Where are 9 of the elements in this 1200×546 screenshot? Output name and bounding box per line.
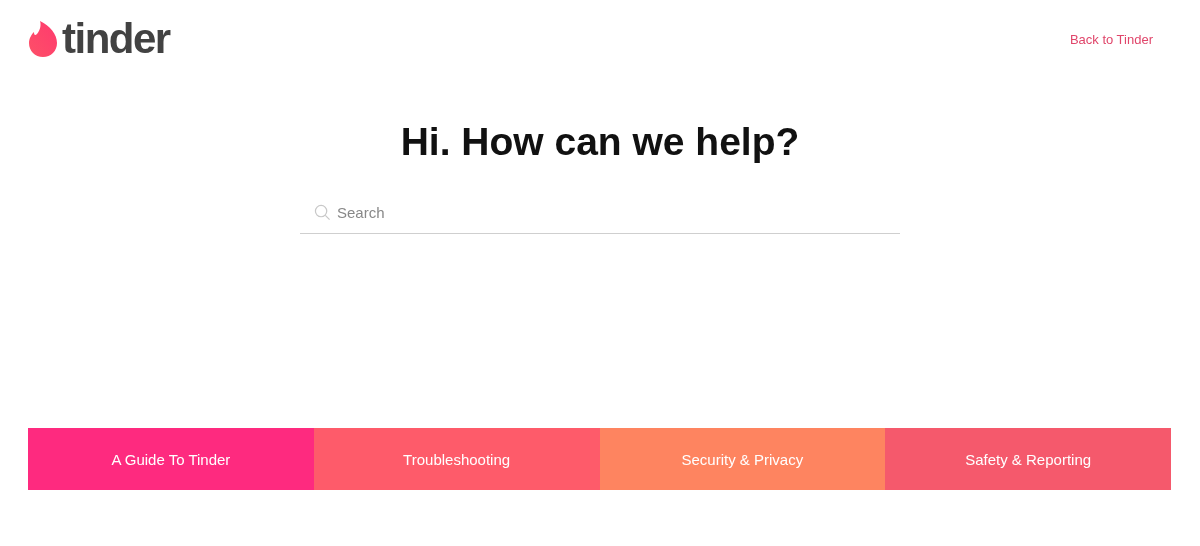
category-tile[interactable]: Security & Privacy bbox=[599, 428, 886, 490]
logo-wordmark: tinder bbox=[62, 18, 170, 60]
category-tile[interactable]: Safety & Reporting bbox=[885, 428, 1171, 490]
category-tile[interactable]: Troubleshooting bbox=[313, 428, 600, 490]
back-link[interactable]: Back to Tinder bbox=[1069, 31, 1153, 47]
page-heading: Hi. How can we help? bbox=[399, 119, 801, 165]
category-tile[interactable]: A Guide To Tinder bbox=[28, 428, 314, 490]
flame-icon bbox=[28, 21, 58, 57]
search-icon bbox=[314, 204, 331, 221]
